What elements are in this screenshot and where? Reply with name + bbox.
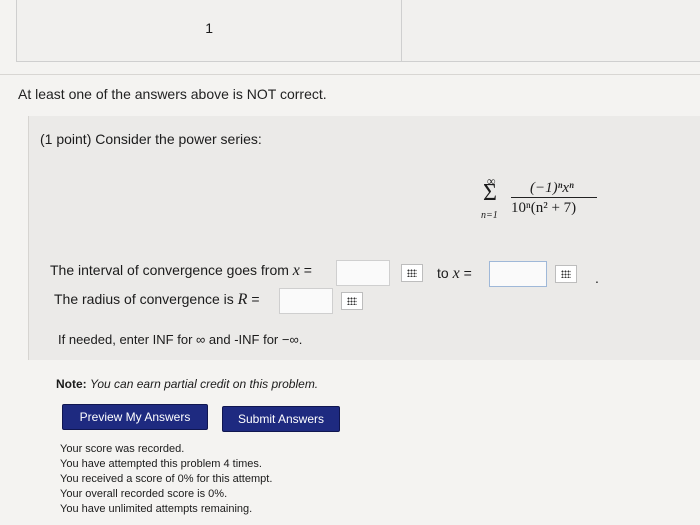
- score-line: You received a score of 0% for this atte…: [60, 473, 273, 485]
- score-line: You have unlimited attempts remaining.: [60, 503, 253, 515]
- answer-cell: 1: [16, 0, 401, 61]
- sigma-symbol: Σ: [483, 180, 497, 206]
- divider: [0, 74, 700, 75]
- var-x: x: [452, 265, 460, 282]
- interval-question: The interval of convergence goes from x …: [50, 262, 312, 280]
- equals-sign: =: [303, 262, 312, 278]
- radius-input[interactable]: [279, 288, 333, 314]
- note-label: Note:: [56, 377, 87, 391]
- problem-prompt: (1 point) Consider the power series:: [40, 131, 262, 147]
- preview-answers-button[interactable]: Preview My Answers: [62, 404, 208, 430]
- previous-answers-table: 1: [16, 0, 700, 62]
- partial-credit-note: Note: You can earn partial credit on thi…: [56, 377, 318, 391]
- equation-editor-icon[interactable]: [401, 264, 423, 282]
- submit-answers-button[interactable]: Submit Answers: [222, 406, 340, 432]
- period: .: [595, 270, 599, 286]
- score-line: Your score was recorded.: [60, 443, 185, 455]
- score-line: Your overall recorded score is 0%.: [60, 488, 228, 500]
- answer-cell-value: 1: [205, 20, 213, 36]
- power-series-formula: ∞ Σ n=1 (−1)ⁿxⁿ 10ⁿ(n² + 7): [478, 174, 618, 224]
- problem-box: [28, 116, 700, 360]
- note-text: You can earn partial credit on this prob…: [90, 377, 319, 391]
- equals-sign: =: [251, 291, 260, 307]
- to-label: to x =: [437, 265, 472, 283]
- fraction-numerator: (−1)ⁿxⁿ: [530, 180, 574, 196]
- var-x: x: [292, 262, 300, 279]
- interval-from-input[interactable]: [336, 260, 390, 286]
- fraction-denominator: 10ⁿ(n² + 7): [511, 200, 577, 216]
- radius-label: The radius of convergence is: [54, 291, 234, 307]
- answer-cell: [401, 0, 700, 61]
- to-text: to: [437, 265, 449, 281]
- radius-question: The radius of convergence is R =: [54, 291, 260, 309]
- fraction-bar: [511, 197, 597, 198]
- score-line: You have attempted this problem 4 times.: [60, 458, 262, 470]
- infinity-hint: If needed, enter INF for ∞ and -INF for …: [58, 332, 303, 347]
- equals-sign: =: [463, 265, 472, 281]
- equation-editor-icon[interactable]: [555, 265, 577, 283]
- incorrect-notice: At least one of the answers above is NOT…: [18, 86, 327, 102]
- interval-to-input[interactable]: [489, 261, 547, 287]
- score-summary: Your score was recorded. You have attemp…: [60, 442, 272, 517]
- var-r: R: [237, 291, 248, 308]
- sum-lower-limit: n=1: [481, 210, 498, 221]
- interval-label: The interval of convergence goes from: [50, 262, 289, 278]
- equation-editor-icon[interactable]: [341, 292, 363, 310]
